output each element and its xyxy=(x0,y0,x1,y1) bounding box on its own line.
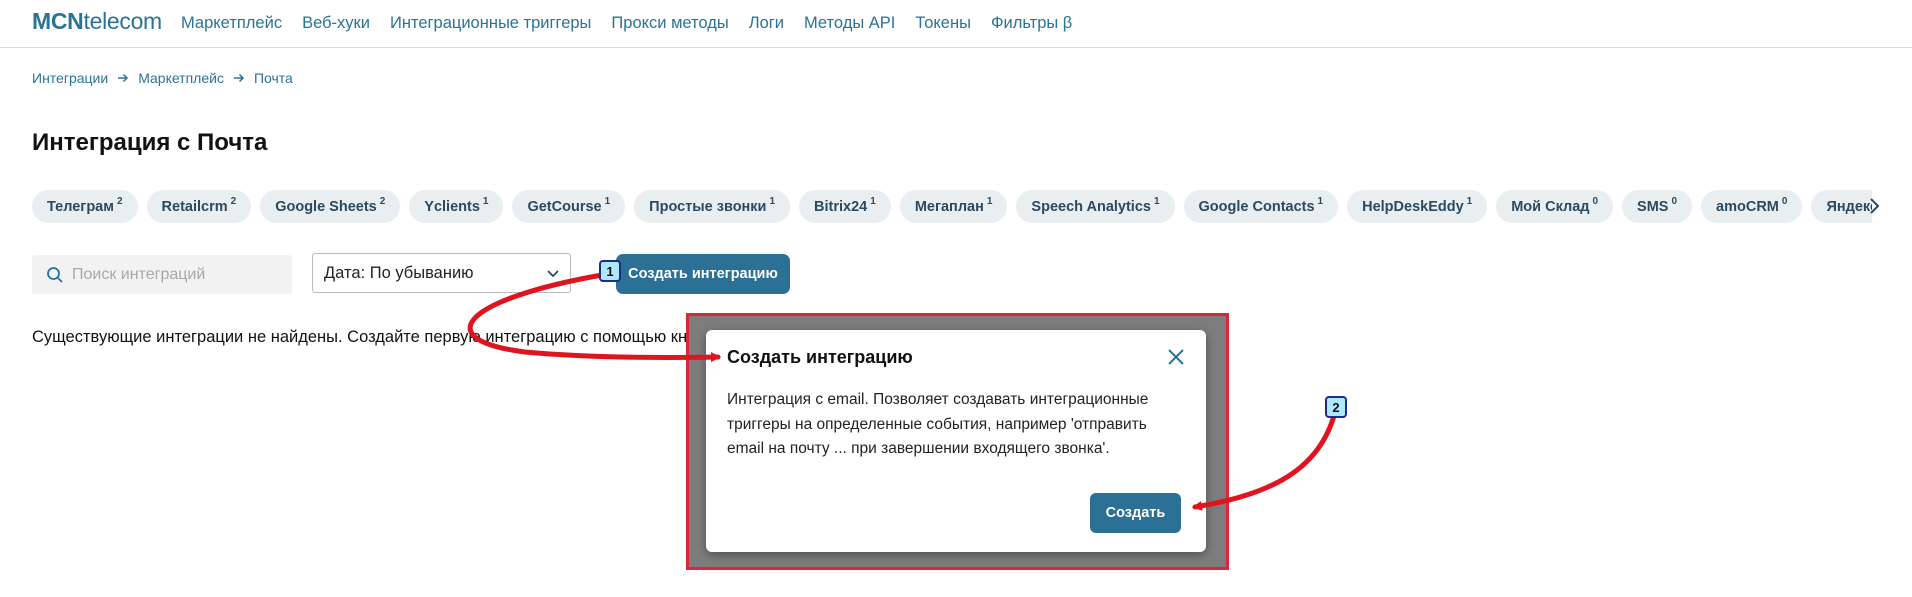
logo[interactable]: MCNtelecom xyxy=(32,8,162,35)
search-icon xyxy=(47,267,63,283)
modal-description: Интеграция с email. Позволяет создавать … xyxy=(727,391,1149,457)
search-input[interactable] xyxy=(72,255,284,294)
nav-item-api-methods[interactable]: Методы API xyxy=(804,14,895,33)
tab-simple-calls[interactable]: Простые звонки 1 xyxy=(634,190,791,223)
breadcrumb: Интеграции Маркетплейс Почта xyxy=(32,70,293,86)
integration-tabs: Телеграм 2 Retailcrm 2 Google Sheets 2 Ycli… xyxy=(32,190,1872,223)
sort-value: Дата: По убыванию xyxy=(324,264,474,282)
tab-sms[interactable]: SMS 0 xyxy=(1622,190,1693,223)
search-box xyxy=(32,255,292,294)
modal-create-button[interactable]: Создать xyxy=(1090,493,1181,533)
annotation-badge-1: 1 xyxy=(599,260,621,282)
chevron-down-icon xyxy=(547,270,559,278)
nav-item-webhooks[interactable]: Веб-хуки xyxy=(302,14,370,33)
breadcrumb-marketplace[interactable]: Маркетплейс xyxy=(138,70,224,86)
page-title: Интеграция с Почта xyxy=(32,129,268,156)
tab-amocrm[interactable]: amoCRM 0 xyxy=(1701,190,1803,223)
chevron-right-icon[interactable] xyxy=(1862,192,1888,220)
tab-helpdeskeddy[interactable]: HelpDeskEddy 1 xyxy=(1347,190,1488,223)
close-icon[interactable] xyxy=(1166,347,1186,367)
nav-item-proxy-methods[interactable]: Прокси методы xyxy=(611,14,728,33)
breadcrumb-integrations[interactable]: Интеграции xyxy=(32,70,108,86)
nav-item-integration-triggers[interactable]: Интеграционные триггеры xyxy=(390,14,591,33)
tab-megaplan[interactable]: Мегаплан 1 xyxy=(899,190,1008,223)
nav-item-logs[interactable]: Логи xyxy=(749,14,784,33)
empty-state-text: Существующие интеграции не найдены. Созд… xyxy=(32,328,713,346)
top-navbar: MCNtelecom Маркетплейс Веб-хуки Интеграц… xyxy=(0,0,1912,48)
tab-getcourse[interactable]: GetCourse 1 xyxy=(512,190,626,223)
create-integration-button[interactable]: Создать интеграцию xyxy=(616,254,790,294)
modal-title: Создать интеграцию xyxy=(727,347,913,367)
tab-moy-sklad[interactable]: Мой Склад 0 xyxy=(1496,190,1614,223)
nav-item-marketplace[interactable]: Маркетплейс xyxy=(181,14,282,33)
sort-select[interactable]: Дата: По убыванию xyxy=(312,253,571,293)
tab-retailcrm[interactable]: Retailcrm 2 xyxy=(146,190,252,223)
tab-google-contacts[interactable]: Google Contacts 1 xyxy=(1183,190,1339,223)
tab-bitrix24[interactable]: Bitrix24 1 xyxy=(799,190,891,223)
arrow-right-icon xyxy=(233,73,245,83)
nav-item-filters[interactable]: Фильтры β xyxy=(991,14,1072,33)
annotation-badge-2: 2 xyxy=(1325,396,1347,418)
tab-yclients[interactable]: Yclients 1 xyxy=(409,190,504,223)
tab-speech-analytics[interactable]: Speech Analytics 1 xyxy=(1016,190,1175,223)
nav-item-tokens[interactable]: Токены xyxy=(915,14,971,33)
tab-telegram[interactable]: Телеграм 2 xyxy=(32,190,138,223)
create-integration-modal: Создать интеграцию Интеграция с email. П… xyxy=(706,330,1206,552)
main-nav: Маркетплейс Веб-хуки Интеграционные триг… xyxy=(181,14,1072,33)
arrow-right-icon xyxy=(118,73,129,83)
tab-google-sheets[interactable]: Google Sheets 2 xyxy=(260,190,401,223)
breadcrumb-mail[interactable]: Почта xyxy=(254,70,293,86)
